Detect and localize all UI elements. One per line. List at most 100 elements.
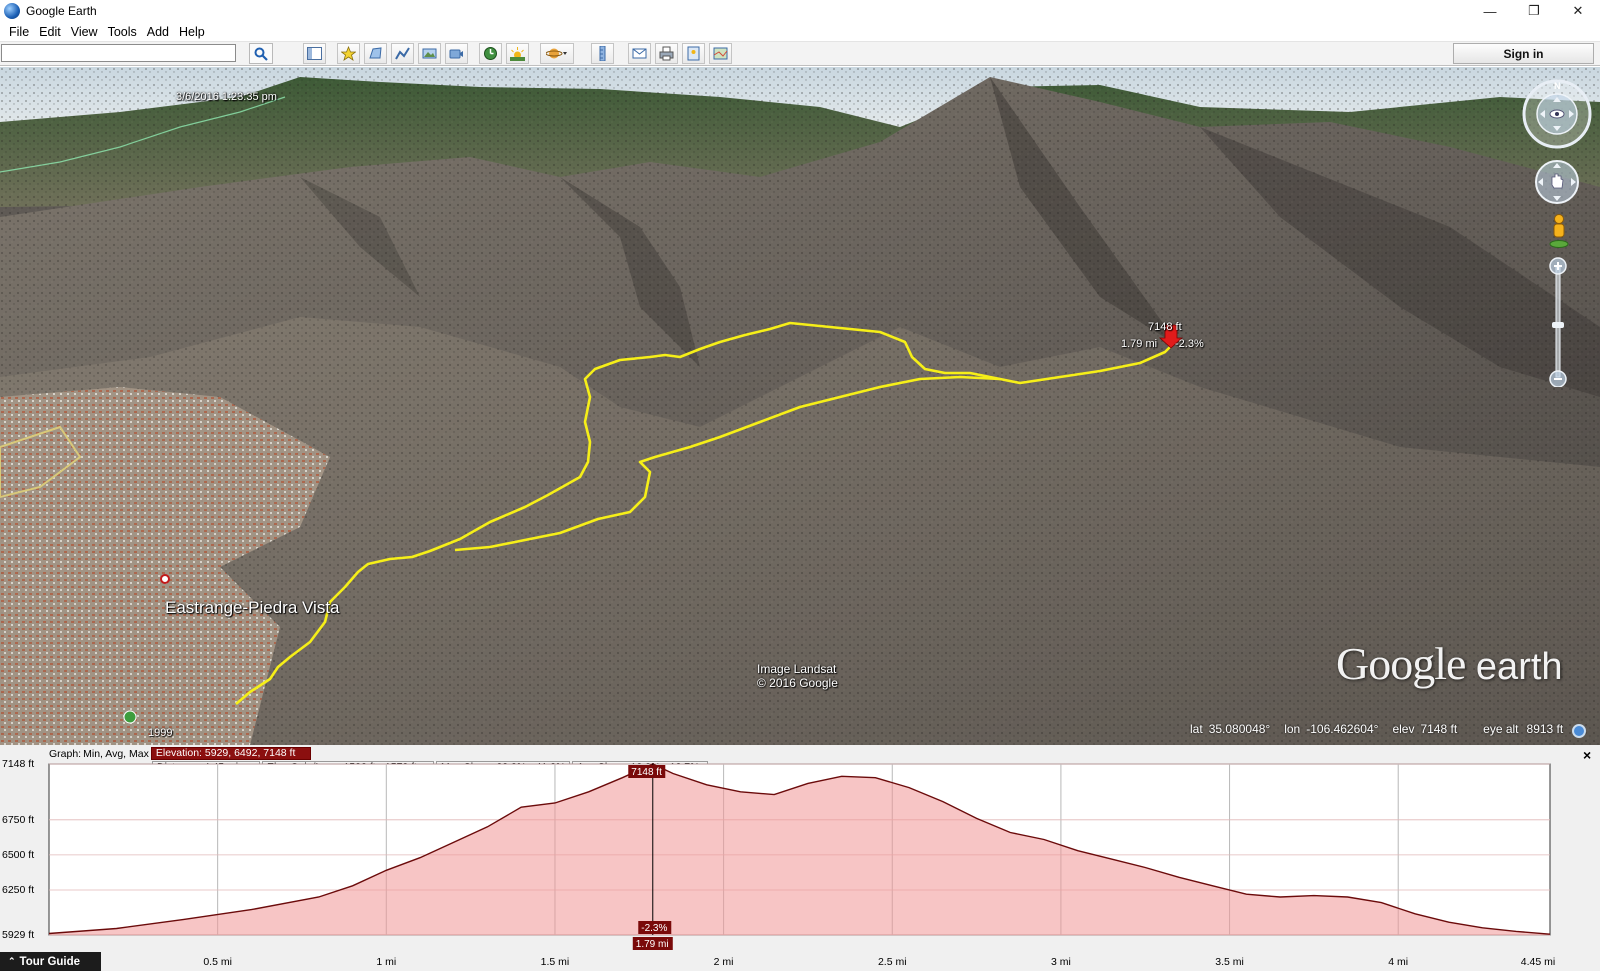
copyright-credit: © 2016 Google [757,676,838,690]
polygon-icon [369,47,382,59]
sun-icon [510,47,525,61]
historical-imagery-icon [123,710,137,724]
print-button[interactable] [655,43,678,64]
streaming-status-icon [1572,724,1586,738]
title-bar: Google Earth — ❐ ✕ [0,0,1600,22]
add-path-button[interactable] [391,43,414,64]
elevation-profile-panel: Graph: Min, Avg, Max Elevation: 5929, 64… [0,745,1600,971]
map-view[interactable]: 3/6/2016 1:23:35 pm Eastrange-Piedra Vis… [0,67,1600,745]
maps-icon [713,47,728,60]
move-joystick[interactable] [1534,159,1580,205]
lat-value: 35.080048° [1208,722,1271,736]
window-title: Google Earth [26,4,97,18]
x-tick-label: 1 mi [376,956,397,968]
google-earth-logo: Google earth [1336,637,1563,690]
eye-alt-label: eye alt [1483,722,1519,736]
add-placemark-button[interactable] [337,43,360,64]
lon-label: lon [1284,722,1301,736]
envelope-icon [632,48,647,59]
menu-tools[interactable]: Tools [103,25,142,39]
zoom-thumb[interactable] [1552,322,1564,328]
status-bar: lat 35.080048° lon -106.462604° elev 714… [1190,722,1563,738]
image-overlay-icon [422,48,437,59]
tour-guide-label: Tour Guide [19,955,81,968]
x-tick-label: 3.5 mi [1215,956,1244,968]
menu-bar: File Edit View Tools Add Help [0,22,1600,42]
minimize-button[interactable]: — [1468,0,1512,22]
elev-label: elev [1392,722,1415,736]
cursor-elevation-tag: 7148 ft [628,765,666,778]
y-tick-label: 5929 ft [2,929,35,941]
cursor-distance-text: 1.79 mi [636,939,669,950]
email-button[interactable] [628,43,651,64]
record-tour-button[interactable] [445,43,468,64]
y-tick-label: 7148 ft [2,758,35,770]
sunlight-button[interactable] [506,43,529,64]
ruler-icon [599,46,606,61]
y-tick-label: 6250 ft [2,883,35,896]
cursor-slope-tag: -2.3% [638,921,672,934]
view-in-maps-button[interactable] [709,43,732,64]
menu-add[interactable]: Add [142,25,174,39]
placemark-pin-icon [341,46,356,61]
eye-alt-value: 8913 ft [1526,722,1564,736]
marker-distance-label: 1.79 mi [1121,338,1158,350]
imagery-credit: Image Landsat [757,662,837,676]
path-icon [395,47,410,60]
lat-label: lat [1190,722,1203,736]
historical-imagery-button[interactable] [479,43,502,64]
y-tick-label: 6750 ft [2,813,35,826]
menu-file[interactable]: File [4,25,34,39]
lon-value: -106.462604° [1306,722,1379,736]
y-tick-label: 6500 ft [2,848,35,861]
elevation-chart[interactable]: 7148 ft -2.3% 1.79 mi [0,745,1600,971]
x-tick-label: 0.5 mi [203,956,232,968]
place-label[interactable]: Eastrange-Piedra Vista [165,598,340,618]
sidebar-icon [307,47,322,60]
cursor-distance-tag: 1.79 mi [632,937,673,950]
planet-icon [546,48,567,59]
logo-google-text: Google [1336,638,1466,689]
x-tick-label: 1.5 mi [540,956,570,968]
marker-elevation-label: 7148 ft [1148,321,1182,333]
add-polygon-button[interactable] [364,43,387,64]
sidebar-toggle-button[interactable] [303,43,326,64]
x-tick-label: 3 mi [1050,956,1071,968]
x-tick-label: 4.45 mi [1520,956,1556,968]
x-tick-label: 4 mi [1388,956,1409,968]
planets-button[interactable] [540,43,574,64]
elev-value: 7148 ft [1420,722,1458,736]
cursor-elevation-text: 7148 ft [631,767,662,778]
search-input[interactable] [1,44,236,62]
menu-view[interactable]: View [66,25,103,39]
tour-guide-button[interactable]: ⌃ Tour Guide [0,952,101,971]
cursor-slope-text: -2.3% [641,923,667,934]
clock-globe-icon [484,47,497,60]
menu-help[interactable]: Help [174,25,210,39]
google-earth-app-icon [4,3,20,19]
x-tick-label: 2.5 mi [877,956,907,968]
x-tick-label: 2 mi [713,956,734,968]
street-view-pegman-icon[interactable] [1546,213,1572,249]
chevron-up-icon: ⌃ [8,956,16,966]
ruler-button[interactable] [591,43,614,64]
record-tour-icon [449,49,463,59]
add-image-overlay-button[interactable] [418,43,441,64]
imagery-date-label: 3/6/2016 1:23:35 pm [176,91,277,103]
save-image-button[interactable] [682,43,705,64]
compass-north-letter: N [1554,81,1561,91]
restore-button[interactable]: ❐ [1512,0,1556,22]
search-button[interactable] [249,43,273,64]
save-image-icon [687,46,700,61]
close-window-button[interactable]: ✕ [1556,0,1600,22]
zoom-slider[interactable] [1548,257,1568,387]
menu-edit[interactable]: Edit [34,25,66,39]
toolbar: Sign in [0,42,1600,66]
printer-icon [659,46,674,61]
logo-earth-text: earth [1475,646,1563,688]
marker-slope-label: -2.3% [1175,338,1204,350]
search-icon [254,47,268,61]
look-joystick[interactable]: N [1521,78,1593,150]
window-controls: — ❐ ✕ [1468,0,1600,22]
sign-in-button[interactable]: Sign in [1453,43,1594,64]
